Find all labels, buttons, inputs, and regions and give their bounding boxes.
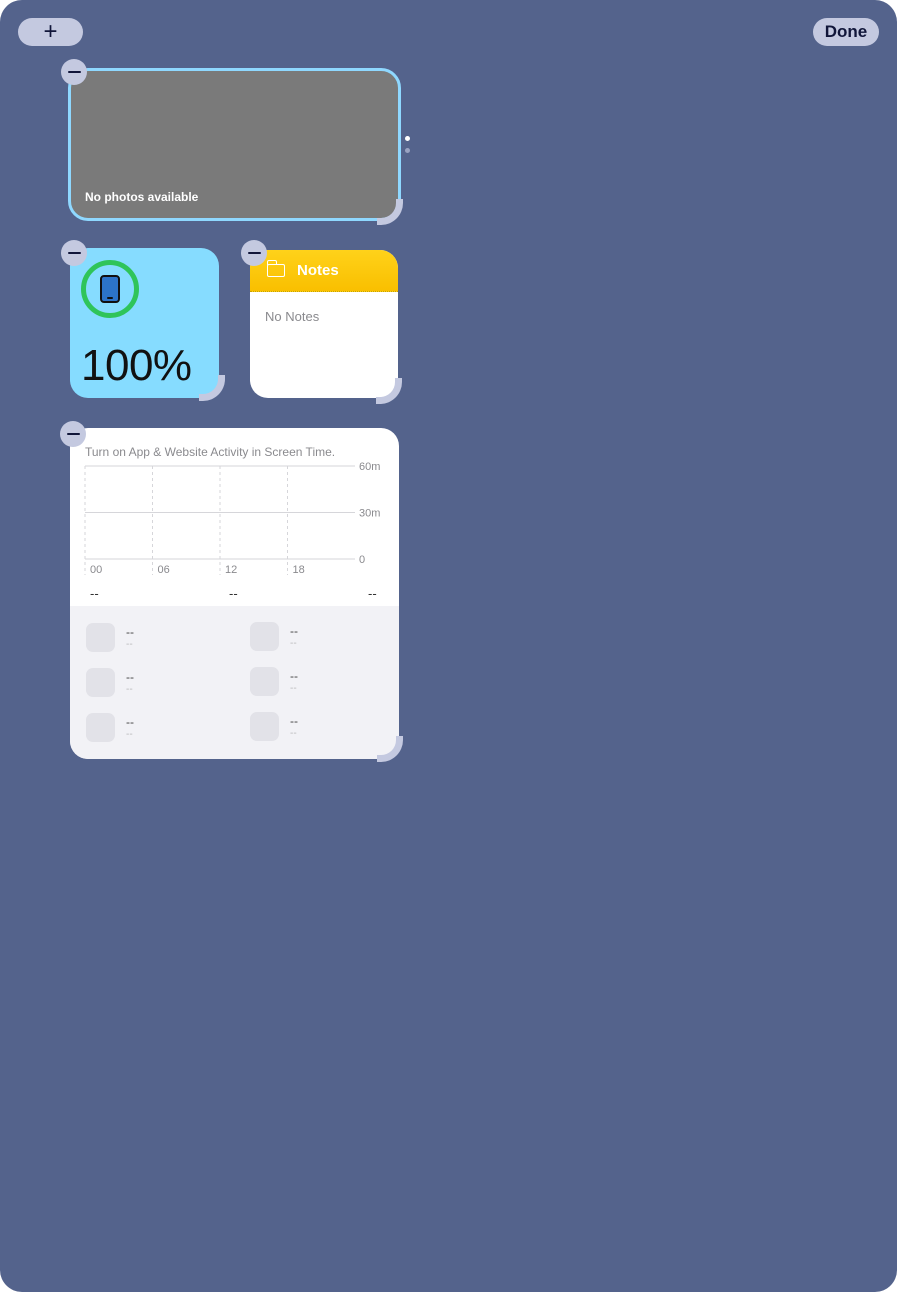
app-time: -- xyxy=(126,639,133,650)
screen-time-average: -- xyxy=(229,586,238,601)
app-usage-item: -- -- xyxy=(250,622,390,656)
x-tick-label: 06 xyxy=(158,564,170,576)
widget-stack-page-indicator xyxy=(405,136,411,160)
app-time: -- xyxy=(290,638,297,649)
x-tick-label: 00 xyxy=(90,564,102,576)
remove-screen-time-widget-button[interactable] xyxy=(60,421,86,447)
resize-notes-widget-handle[interactable] xyxy=(376,378,402,404)
page-dot xyxy=(405,148,410,153)
app-placeholder-icon xyxy=(250,667,279,696)
app-placeholder-icon xyxy=(250,622,279,651)
y-tick-label: 60m xyxy=(359,461,380,473)
photos-caption: No photos available xyxy=(85,190,199,204)
app-time: -- xyxy=(290,683,297,694)
page-dot-active xyxy=(405,136,410,141)
screen-time-chart: 60m30m000 06 12 18 xyxy=(84,461,380,576)
app-usage-item: -- -- xyxy=(250,712,390,746)
notes-widget[interactable]: Notes No Notes xyxy=(250,250,398,398)
app-name: -- xyxy=(126,715,134,729)
app-time: -- xyxy=(126,729,133,740)
app-placeholder-icon xyxy=(250,712,279,741)
y-tick-label: 0 xyxy=(359,554,365,566)
notes-header: Notes xyxy=(250,250,398,292)
ipad-icon xyxy=(100,275,120,303)
screen-time-average: -- xyxy=(90,586,99,601)
app-usage-item: -- -- xyxy=(86,668,226,702)
app-time: -- xyxy=(126,684,133,695)
app-name: -- xyxy=(126,670,134,684)
app-name: -- xyxy=(290,624,298,638)
notes-title: Notes xyxy=(297,262,339,279)
app-name: -- xyxy=(290,714,298,728)
done-button[interactable]: Done xyxy=(813,18,879,46)
resize-photos-widget-handle[interactable] xyxy=(377,199,403,225)
y-tick-label: 30m xyxy=(359,508,380,520)
remove-notes-widget-button[interactable] xyxy=(241,240,267,266)
remove-battery-widget-button[interactable] xyxy=(61,240,87,266)
screen-time-average: -- xyxy=(368,586,377,601)
home-screen-edit-mode: + Done No photos available 100% Notes No… xyxy=(0,0,897,1292)
app-usage-item: -- -- xyxy=(86,623,226,657)
app-placeholder-icon xyxy=(86,623,115,652)
app-name: -- xyxy=(290,669,298,683)
screen-time-widget[interactable]: Turn on App & Website Activity in Screen… xyxy=(70,428,399,759)
resize-screen-time-widget-handle[interactable] xyxy=(377,736,403,762)
screen-time-app-list: -- -- -- -- -- -- -- -- -- -- -- -- xyxy=(70,606,399,759)
app-placeholder-icon xyxy=(86,713,115,742)
app-usage-item: -- -- xyxy=(250,667,390,701)
x-tick-label: 12 xyxy=(225,564,237,576)
app-usage-item: -- -- xyxy=(86,713,226,747)
app-name: -- xyxy=(126,625,134,639)
battery-percent: 100% xyxy=(81,341,192,390)
battery-ring xyxy=(81,260,139,318)
remove-photos-widget-button[interactable] xyxy=(61,59,87,85)
app-time: -- xyxy=(290,728,297,739)
battery-widget[interactable]: 100% xyxy=(70,248,219,398)
folder-icon xyxy=(266,260,285,277)
photos-widget[interactable]: No photos available xyxy=(68,68,401,221)
resize-battery-widget-handle[interactable] xyxy=(199,375,225,401)
app-placeholder-icon xyxy=(86,668,115,697)
add-widget-button[interactable]: + xyxy=(18,18,83,46)
notes-empty-text: No Notes xyxy=(265,309,320,324)
x-tick-label: 18 xyxy=(293,564,305,576)
